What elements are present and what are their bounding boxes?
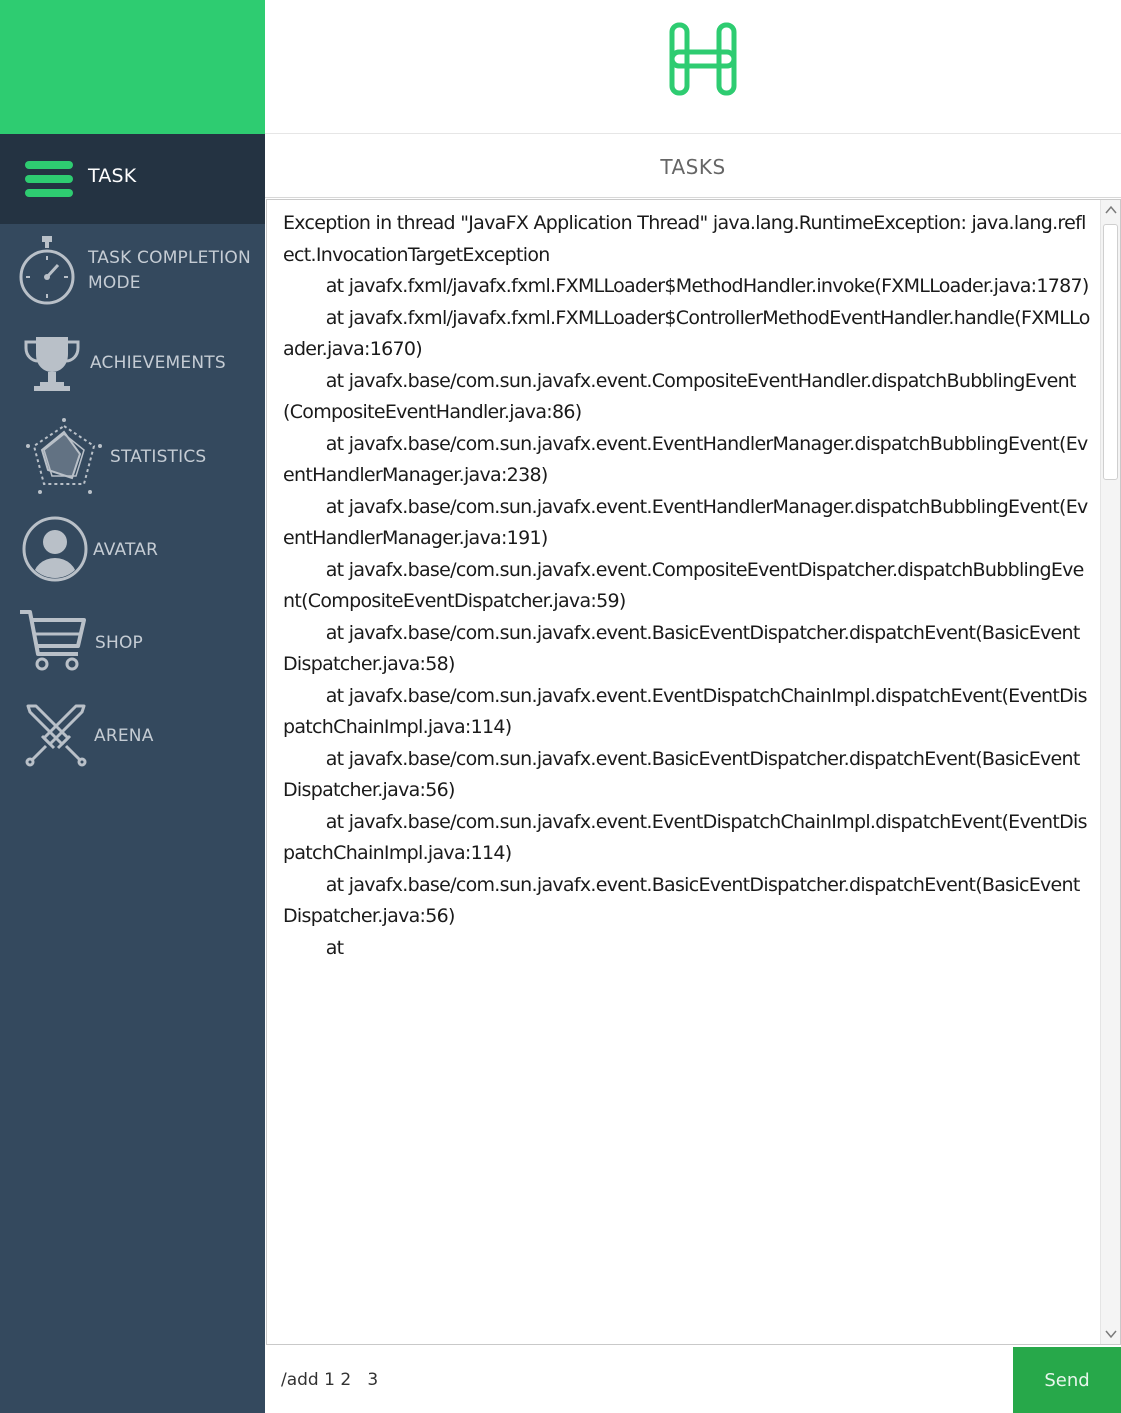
log-output-panel[interactable]: Exception in thread "JavaFX Application … bbox=[266, 199, 1121, 1345]
hamburger-icon bbox=[25, 161, 73, 197]
command-input[interactable] bbox=[265, 1347, 1013, 1413]
sidebar-item-label: SHOP bbox=[95, 633, 144, 653]
radar-chart-icon bbox=[26, 418, 102, 494]
sidebar-item-statistics[interactable]: STATISTICS bbox=[0, 410, 265, 500]
sidebar-item-label: TASK bbox=[88, 165, 137, 187]
page-title: TASKS bbox=[660, 155, 726, 179]
scrollbar-thumb[interactable] bbox=[1103, 224, 1118, 480]
title-bar: TASKS bbox=[265, 135, 1121, 198]
trophy-icon bbox=[24, 337, 80, 391]
h-logo-icon bbox=[669, 22, 737, 96]
command-bar: Send bbox=[265, 1347, 1121, 1413]
chevron-down-icon[interactable] bbox=[1104, 1327, 1118, 1341]
sidebar-item-label: ARENA bbox=[94, 726, 154, 746]
sidebar-item-task-completion-mode[interactable]: TASK COMPLETION MODE bbox=[0, 226, 265, 316]
crossed-swords-icon bbox=[25, 704, 87, 767]
chevron-up-icon[interactable] bbox=[1104, 203, 1118, 217]
header bbox=[265, 0, 1121, 134]
sidebar-item-label: STATISTICS bbox=[110, 447, 207, 467]
sidebar-item-achievements[interactable]: ACHIEVEMENTS bbox=[0, 318, 265, 408]
vertical-scrollbar[interactable] bbox=[1100, 200, 1120, 1344]
stopwatch-icon bbox=[19, 236, 75, 305]
sidebar-item-label: AVATAR bbox=[93, 540, 159, 560]
sidebar-brand-area bbox=[0, 0, 265, 134]
sidebar-item-label: TASK COMPLETION MODE bbox=[88, 248, 251, 293]
sidebar-item-avatar[interactable]: AVATAR bbox=[0, 502, 265, 592]
sidebar-item-arena[interactable]: ARENA bbox=[0, 686, 265, 776]
log-output-text: Exception in thread "JavaFX Application … bbox=[283, 212, 1090, 959]
sidebar: TASK TASK COMPLETION MODE ACHIEVEMENTS S… bbox=[0, 0, 265, 1413]
shopping-cart-icon bbox=[20, 610, 86, 671]
sidebar-item-shop[interactable]: SHOP bbox=[0, 594, 265, 684]
sidebar-item-task[interactable]: TASK bbox=[0, 134, 265, 224]
send-button[interactable]: Send bbox=[1013, 1347, 1121, 1413]
sidebar-item-label: ACHIEVEMENTS bbox=[90, 353, 226, 373]
user-avatar-icon bbox=[22, 516, 88, 582]
